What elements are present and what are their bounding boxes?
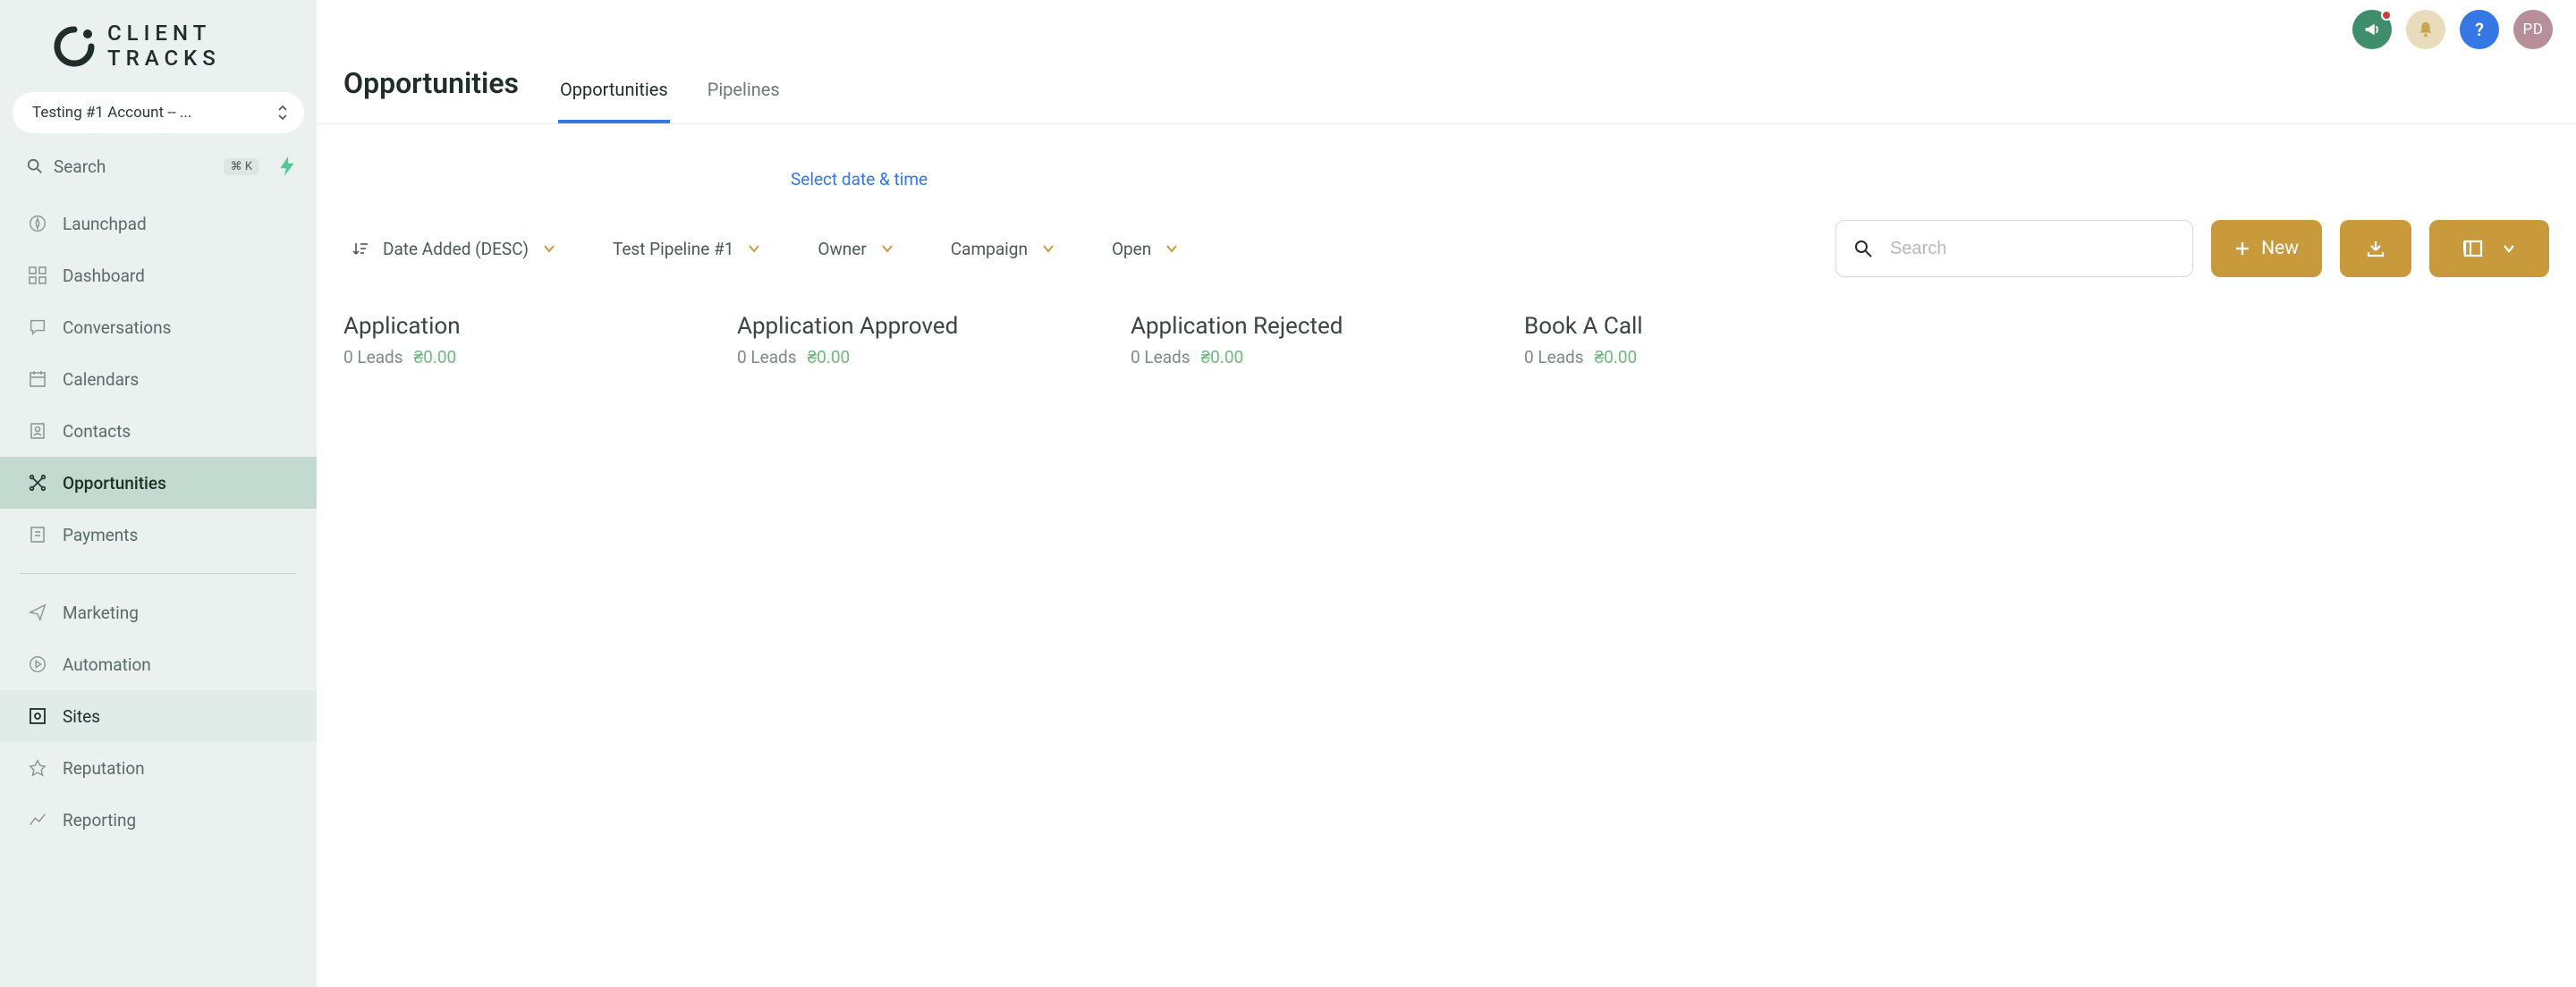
kanban-icon	[2463, 240, 2483, 257]
sidebar-item-reputation[interactable]: Reputation	[0, 742, 317, 794]
sidebar-item-calendars[interactable]: Calendars	[0, 353, 317, 405]
sidebar-item-sites[interactable]: Sites	[0, 690, 317, 742]
dashboard-icon	[27, 265, 48, 286]
tab-opportunities[interactable]: Opportunities	[558, 79, 670, 123]
column-leads: 0 Leads	[343, 347, 403, 368]
owner-filter[interactable]: Owner	[818, 239, 893, 259]
plus-icon	[2234, 240, 2250, 257]
column-leads: 0 Leads	[1131, 347, 1191, 368]
search-icon	[27, 158, 43, 174]
notifications-button[interactable]	[2406, 10, 2445, 49]
tab-pipelines[interactable]: Pipelines	[706, 79, 782, 123]
automation-icon	[27, 654, 48, 675]
page-header: Opportunities Opportunities Pipelines	[317, 50, 2576, 124]
sort-icon	[352, 240, 369, 257]
column-leads: 0 Leads	[1524, 347, 1584, 368]
topbar: ? PD	[317, 0, 2576, 50]
pipeline-column: Book A Call 0 Leads ₴0.00	[1524, 313, 1864, 368]
pipeline-columns: Application 0 Leads ₴0.00 Application Ap…	[343, 277, 2549, 368]
download-icon	[2365, 238, 2386, 259]
brand-logo: CLIENT TRACKS	[0, 13, 317, 92]
filters-row: Date Added (DESC) Test Pipeline #1 Owner	[343, 220, 2549, 277]
column-title: Book A Call	[1524, 313, 1864, 340]
payments-icon	[27, 524, 48, 545]
sidebar-item-reporting[interactable]: Reporting	[0, 794, 317, 846]
nav-separator	[20, 573, 297, 574]
bolt-icon[interactable]	[279, 156, 295, 176]
search-shortcut-badge: ⌘ K	[224, 158, 259, 175]
chart-icon	[27, 809, 48, 831]
sites-icon	[27, 705, 48, 727]
calendar-icon	[27, 368, 48, 390]
column-title: Application Approved	[737, 313, 1077, 340]
tabs: Opportunities Pipelines	[558, 79, 782, 123]
user-avatar[interactable]: PD	[2513, 10, 2553, 49]
column-amount: ₴0.00	[808, 347, 851, 368]
notification-dot-icon	[2381, 10, 2392, 21]
rocket-icon	[27, 213, 48, 234]
column-amount: ₴0.00	[1201, 347, 1244, 368]
contacts-icon	[27, 420, 48, 442]
brand-logo-text: CLIENT TRACKS	[107, 21, 221, 71]
search-icon	[1854, 240, 1872, 257]
pipeline-filter[interactable]: Test Pipeline #1	[613, 239, 760, 259]
column-leads: 0 Leads	[737, 347, 797, 368]
chevron-down-icon	[2503, 244, 2515, 253]
opportunities-icon	[27, 472, 48, 494]
chevron-down-icon	[1042, 244, 1055, 253]
sidebar-item-opportunities[interactable]: Opportunities	[0, 457, 317, 509]
sidebar: CLIENT TRACKS Testing #1 Account -- ... …	[0, 0, 317, 987]
pipeline-column: Application Approved 0 Leads ₴0.00	[737, 313, 1077, 368]
help-button[interactable]: ?	[2460, 10, 2499, 49]
chat-icon	[27, 316, 48, 338]
sidebar-item-marketing[interactable]: Marketing	[0, 586, 317, 638]
import-button[interactable]	[2340, 220, 2411, 277]
account-switcher-chevrons-icon	[277, 105, 288, 121]
account-switcher-label: Testing #1 Account -- ...	[32, 104, 191, 122]
opportunities-search-input[interactable]	[1888, 238, 2174, 260]
pipeline-column: Application 0 Leads ₴0.00	[343, 313, 683, 368]
campaign-filter[interactable]: Campaign	[951, 239, 1055, 259]
status-filter[interactable]: Open	[1112, 239, 1178, 259]
sidebar-item-conversations[interactable]: Conversations	[0, 301, 317, 353]
brand-logo-mark	[54, 26, 95, 67]
chevron-down-icon	[1165, 244, 1178, 253]
column-title: Application Rejected	[1131, 313, 1470, 340]
column-title: Application	[343, 313, 683, 340]
main-content: ? PD Opportunities Opportunities Pipelin…	[317, 0, 2576, 987]
announcements-button[interactable]	[2352, 10, 2392, 49]
select-date-link[interactable]: Select date & time	[791, 169, 928, 190]
chevron-down-icon	[881, 244, 894, 253]
column-amount: ₴0.00	[1595, 347, 1638, 368]
sidebar-item-contacts[interactable]: Contacts	[0, 405, 317, 457]
sidebar-item-automation[interactable]: Automation	[0, 638, 317, 690]
star-icon	[27, 757, 48, 779]
chevron-down-icon	[748, 244, 760, 253]
opportunities-search[interactable]	[1835, 220, 2193, 277]
sidebar-nav: Launchpad Dashboard Conversations Calend…	[0, 198, 317, 846]
chevron-down-icon	[543, 244, 555, 253]
sidebar-item-dashboard[interactable]: Dashboard	[0, 249, 317, 301]
page-title: Opportunities	[343, 66, 519, 123]
new-opportunity-button[interactable]: New	[2211, 220, 2322, 277]
pipeline-column: Application Rejected 0 Leads ₴0.00	[1131, 313, 1470, 368]
sidebar-search-placeholder: Search	[54, 156, 106, 177]
sidebar-search[interactable]: Search ⌘ K	[13, 148, 304, 185]
sidebar-item-payments[interactable]: Payments	[0, 509, 317, 561]
account-switcher[interactable]: Testing #1 Account -- ...	[13, 92, 304, 133]
sidebar-item-launchpad[interactable]: Launchpad	[0, 198, 317, 249]
send-icon	[27, 602, 48, 623]
layout-toggle-button[interactable]	[2429, 220, 2549, 277]
column-amount: ₴0.00	[414, 347, 457, 368]
sort-filter[interactable]: Date Added (DESC)	[352, 239, 555, 259]
